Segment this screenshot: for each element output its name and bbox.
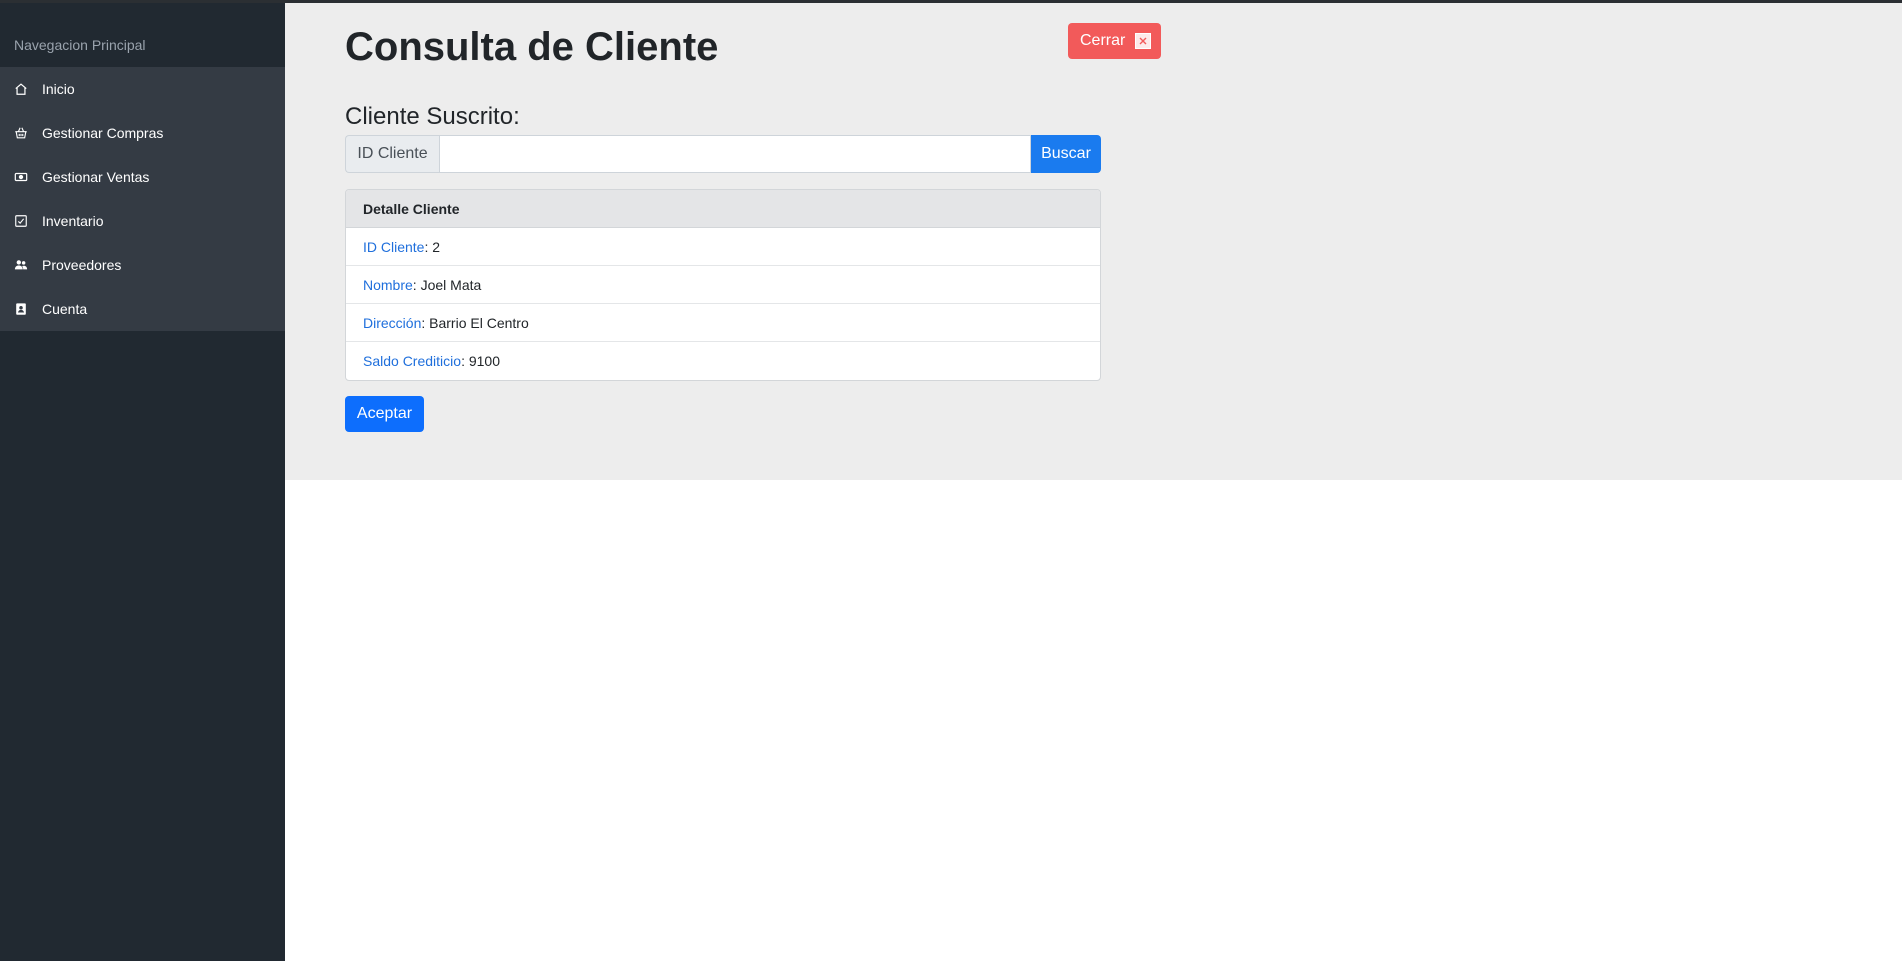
page-title: Consulta de Cliente bbox=[345, 25, 719, 69]
detail-row-client-id: ID Cliente: 2 bbox=[346, 228, 1100, 266]
sidebar: Navegacion Principal Inicio Gestionar Co… bbox=[0, 3, 285, 961]
sidebar-item-inicio[interactable]: Inicio bbox=[0, 67, 285, 111]
detail-label: ID Cliente bbox=[363, 238, 425, 255]
sidebar-item-gestionar-ventas[interactable]: Gestionar Ventas bbox=[0, 155, 285, 199]
sidebar-item-proveedores[interactable]: Proveedores bbox=[0, 243, 285, 287]
search-button[interactable]: Buscar bbox=[1031, 135, 1101, 173]
basket-icon bbox=[13, 125, 29, 141]
client-id-prefix: ID Cliente bbox=[345, 135, 439, 173]
sidebar-menu: Inicio Gestionar Compras Gestionar Venta… bbox=[0, 67, 285, 331]
checklist-icon bbox=[13, 213, 29, 229]
detail-row-credit-balance: Saldo Crediticio: 9100 bbox=[363, 353, 500, 369]
client-detail-card: Detalle Cliente ID Cliente: 2 Nombre: Jo… bbox=[345, 189, 1101, 381]
sidebar-item-gestionar-compras[interactable]: Gestionar Compras bbox=[0, 111, 285, 155]
detail-label: Dirección bbox=[363, 314, 422, 331]
sidebar-heading: Navegacion Principal bbox=[14, 37, 146, 53]
sidebar-item-label: Inicio bbox=[42, 81, 75, 97]
sidebar-item-label: Gestionar Ventas bbox=[42, 169, 150, 185]
detail-label: Nombre bbox=[363, 276, 413, 293]
sidebar-item-label: Cuenta bbox=[42, 301, 88, 317]
detail-value: 9100 bbox=[468, 353, 500, 369]
home-icon bbox=[13, 81, 29, 97]
cash-icon bbox=[13, 169, 29, 185]
sidebar-item-cuenta[interactable]: Cuenta bbox=[0, 287, 285, 331]
accept-button[interactable]: Aceptar bbox=[345, 396, 424, 432]
detail-row-address: Dirección: Barrio El Centro bbox=[346, 304, 1100, 342]
sidebar-item-label: Inventario bbox=[42, 213, 104, 229]
contact-card-icon bbox=[13, 301, 29, 317]
client-search-group: ID Cliente Buscar bbox=[345, 135, 1101, 173]
sidebar-item-label: Gestionar Compras bbox=[42, 125, 164, 141]
main-panel: Consulta de Cliente Cerrar Cliente Suscr… bbox=[285, 3, 1902, 480]
sidebar-item-inventario[interactable]: Inventario bbox=[0, 199, 285, 243]
close-icon bbox=[1135, 33, 1152, 49]
sidebar-item-label: Proveedores bbox=[42, 257, 122, 273]
detail-row-name: Nombre: Joel Mata bbox=[346, 266, 1100, 304]
detail-value: 2 bbox=[432, 238, 441, 255]
detail-value: Barrio El Centro bbox=[429, 314, 529, 331]
people-icon bbox=[13, 257, 29, 273]
client-id-input[interactable] bbox=[439, 135, 1031, 173]
detail-label: Saldo Crediticio bbox=[363, 353, 462, 369]
detail-card-header: Detalle Cliente bbox=[346, 190, 1100, 228]
close-button[interactable]: Cerrar bbox=[1068, 23, 1161, 59]
detail-value: Joel Mata bbox=[420, 276, 482, 293]
section-title: Cliente Suscrito: bbox=[345, 103, 520, 130]
close-button-label: Cerrar bbox=[1080, 32, 1126, 49]
